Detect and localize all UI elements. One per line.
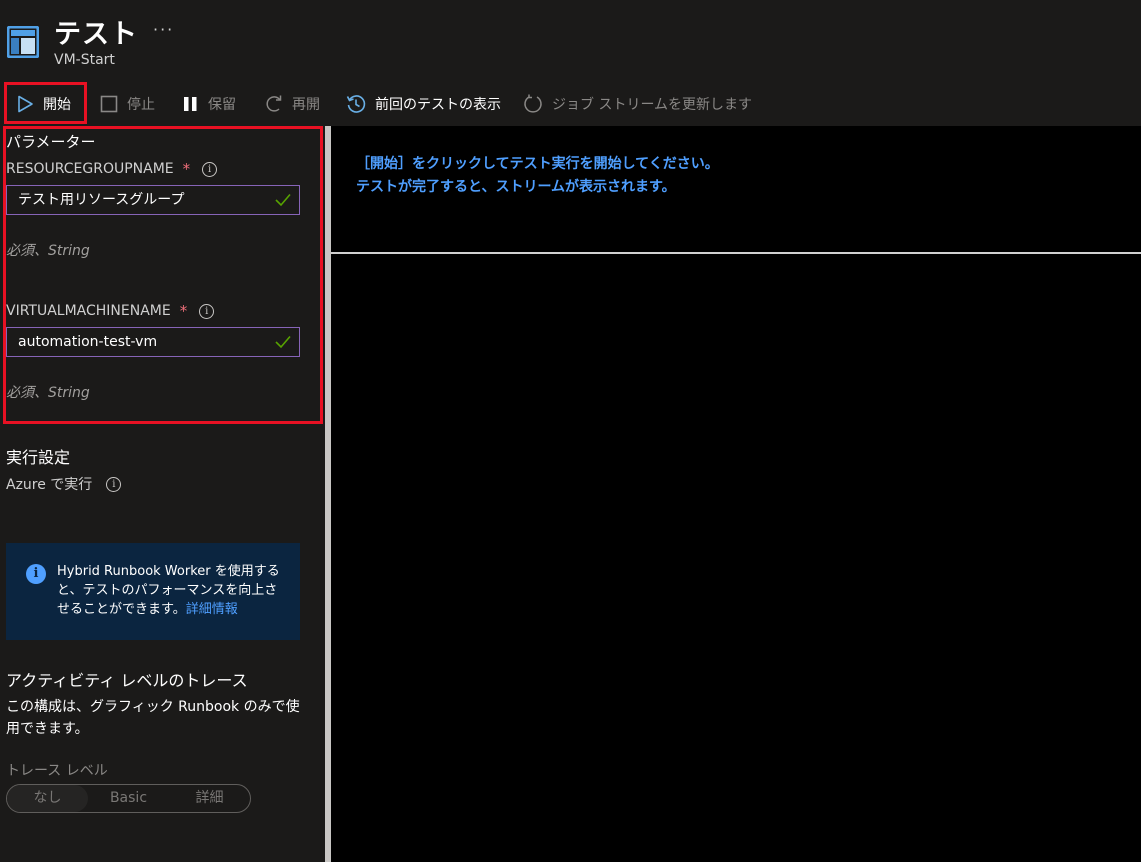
previous-test-label: 前回のテストの表示 (375, 97, 501, 113)
more-options-button[interactable]: ··· (153, 20, 174, 39)
pause-icon (184, 97, 197, 111)
trace-level-toggle: なし Basic 詳細 (6, 784, 251, 813)
refresh-stream-label: ジョブ ストリームを更新します (552, 97, 753, 113)
learn-more-link[interactable]: 詳細情報 (186, 602, 238, 617)
trace-option-basic[interactable]: Basic (88, 785, 169, 812)
stop-label: 停止 (127, 97, 155, 113)
hybrid-worker-info-card: i Hybrid Runbook Worker を使用すると、テストのパフォーマ… (6, 543, 300, 640)
resume-label: 再開 (292, 97, 320, 113)
command-bar: 開始 停止 保留 再開 前回のテストの表示 ジョブ ストリームを更新します (0, 82, 1141, 126)
runbook-icon (7, 26, 39, 58)
refresh-icon (524, 94, 542, 113)
output-message: ［開始］をクリックしてテスト実行を開始してください。 テストが完了すると、ストリ… (356, 153, 719, 199)
suspend-label: 保留 (208, 97, 236, 113)
info-card-text: Hybrid Runbook Worker を使用すると、テストのパフォーマンス… (57, 562, 289, 619)
previous-test-button[interactable]: 前回のテストの表示 (346, 82, 501, 126)
blade-header: テスト VM-Start ··· (0, 0, 1141, 86)
info-icon[interactable]: i (106, 476, 122, 492)
stop-icon (100, 95, 118, 113)
suspend-button[interactable]: 保留 (183, 82, 236, 126)
page-subtitle: VM-Start (54, 52, 115, 68)
trace-title: アクティビティ レベルのトレース (6, 671, 248, 690)
output-line-1: ［開始］をクリックしてテスト実行を開始してください。 (356, 156, 719, 172)
trace-option-detailed[interactable]: 詳細 (169, 785, 250, 812)
resume-arrow-icon (266, 95, 282, 112)
run-settings-title: 実行設定 (6, 448, 71, 467)
output-pane: ［開始］をクリックしてテスト実行を開始してください。 テストが完了すると、ストリ… (331, 126, 1141, 862)
page-title: テスト (54, 19, 138, 50)
run-on-text: Azure で実行 (6, 477, 93, 493)
trace-level-label: トレース レベル (6, 763, 108, 779)
output-line-2: テストが完了すると、ストリームが表示されます。 (356, 179, 676, 195)
info-circle-icon: i (26, 564, 46, 584)
trace-description: この構成は、グラフィック Runbook のみで使用できます。 (6, 699, 300, 737)
resume-button[interactable]: 再開 (265, 82, 320, 126)
stop-button[interactable]: 停止 (100, 82, 155, 126)
history-icon (346, 95, 366, 113)
output-divider (331, 252, 1141, 254)
run-on-label: Azure で実行 i (6, 474, 122, 494)
parameters-highlight-box (3, 126, 323, 424)
start-highlight-box (4, 82, 87, 124)
info-card-message: Hybrid Runbook Worker を使用すると、テストのパフォーマンス… (57, 564, 280, 617)
refresh-stream-button[interactable]: ジョブ ストリームを更新します (523, 82, 752, 126)
trace-option-none[interactable]: なし (7, 785, 88, 812)
